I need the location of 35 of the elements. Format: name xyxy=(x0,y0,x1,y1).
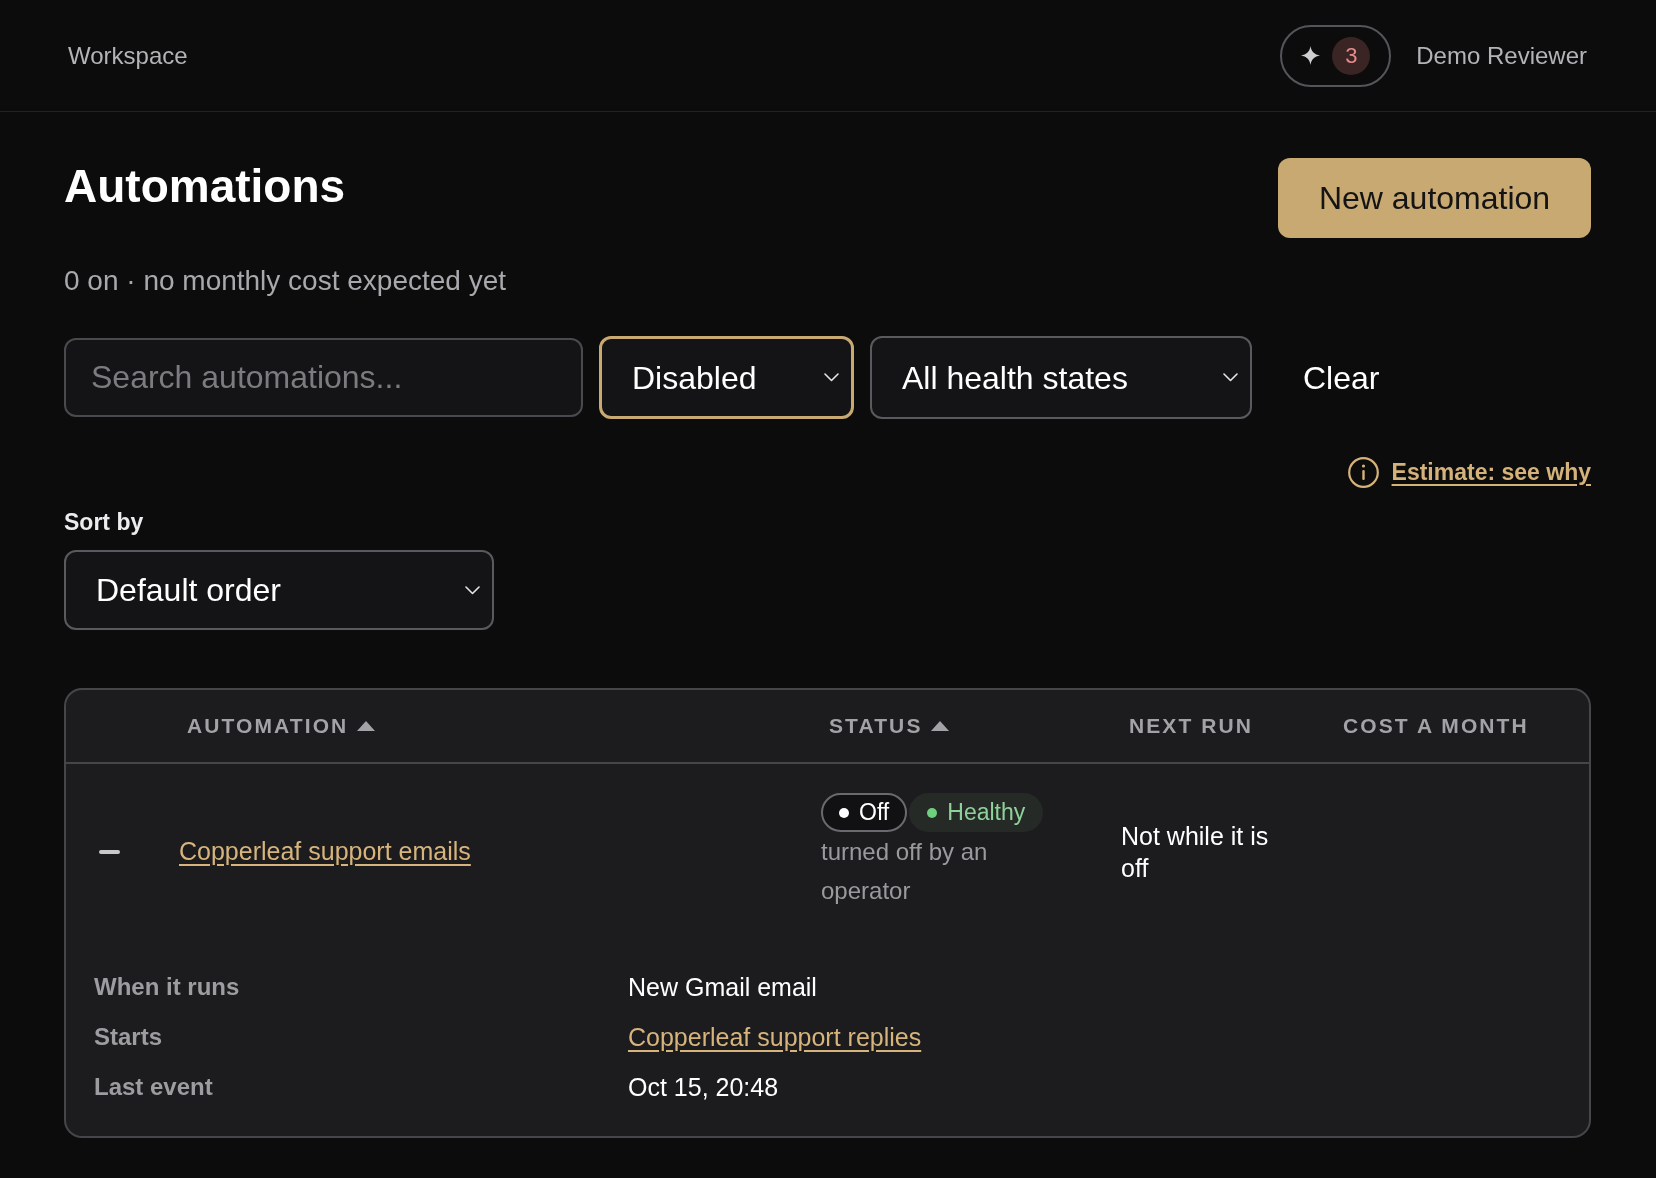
user-name: Demo Reviewer xyxy=(1416,40,1587,71)
column-header[interactable]: NEXT RUN xyxy=(1129,710,1254,742)
clear-button[interactable]: Clear xyxy=(1287,347,1396,408)
summary-text: 0 on · no monthly cost expected yet xyxy=(64,264,507,298)
chevron-down-icon xyxy=(465,585,480,595)
sparkle-icon xyxy=(1301,46,1321,65)
detail-label: Last event xyxy=(94,1072,213,1102)
next-run-text: Not while it is off xyxy=(1121,820,1270,884)
new-automation-button[interactable]: New automation xyxy=(1278,158,1591,238)
minus-icon xyxy=(99,849,120,854)
page-title: Automations xyxy=(64,159,346,214)
sort-label: Sort by xyxy=(64,508,144,536)
estimate-link[interactable]: Estimate: see why xyxy=(1347,456,1591,488)
detail-value: New Gmail email xyxy=(628,972,817,1003)
chevron-down-icon xyxy=(824,373,839,382)
workspace-label: Workspace xyxy=(68,40,188,71)
detail-label: When it runs xyxy=(94,972,240,1002)
column-header[interactable]: COST A MONTH xyxy=(1343,710,1529,742)
sort-select[interactable]: Default order xyxy=(64,550,494,630)
status-note: turned off by an operator xyxy=(821,837,989,906)
count-badge: 3 xyxy=(1332,36,1371,75)
automation-link[interactable]: Copperleaf support emails xyxy=(179,836,471,865)
info-icon xyxy=(1347,456,1379,488)
detail-link[interactable]: Copperleaf support replies xyxy=(628,1019,922,1055)
column-header[interactable]: STATUS xyxy=(829,710,950,742)
status-pill: Off xyxy=(821,793,908,832)
status-pill: Healthy xyxy=(909,793,1044,832)
detail-label: Starts xyxy=(94,1022,163,1052)
column-header[interactable]: AUTOMATION xyxy=(187,710,376,742)
sparkle-count-button[interactable]: 3 xyxy=(1280,24,1392,87)
detail-value: Oct 15, 20:48 xyxy=(628,1072,779,1103)
filter-select[interactable]: All health states xyxy=(870,336,1252,419)
chevron-down-icon xyxy=(1223,373,1238,382)
filter-select[interactable]: Disabled xyxy=(599,336,854,419)
search-field[interactable]: Search automations... xyxy=(64,338,583,417)
